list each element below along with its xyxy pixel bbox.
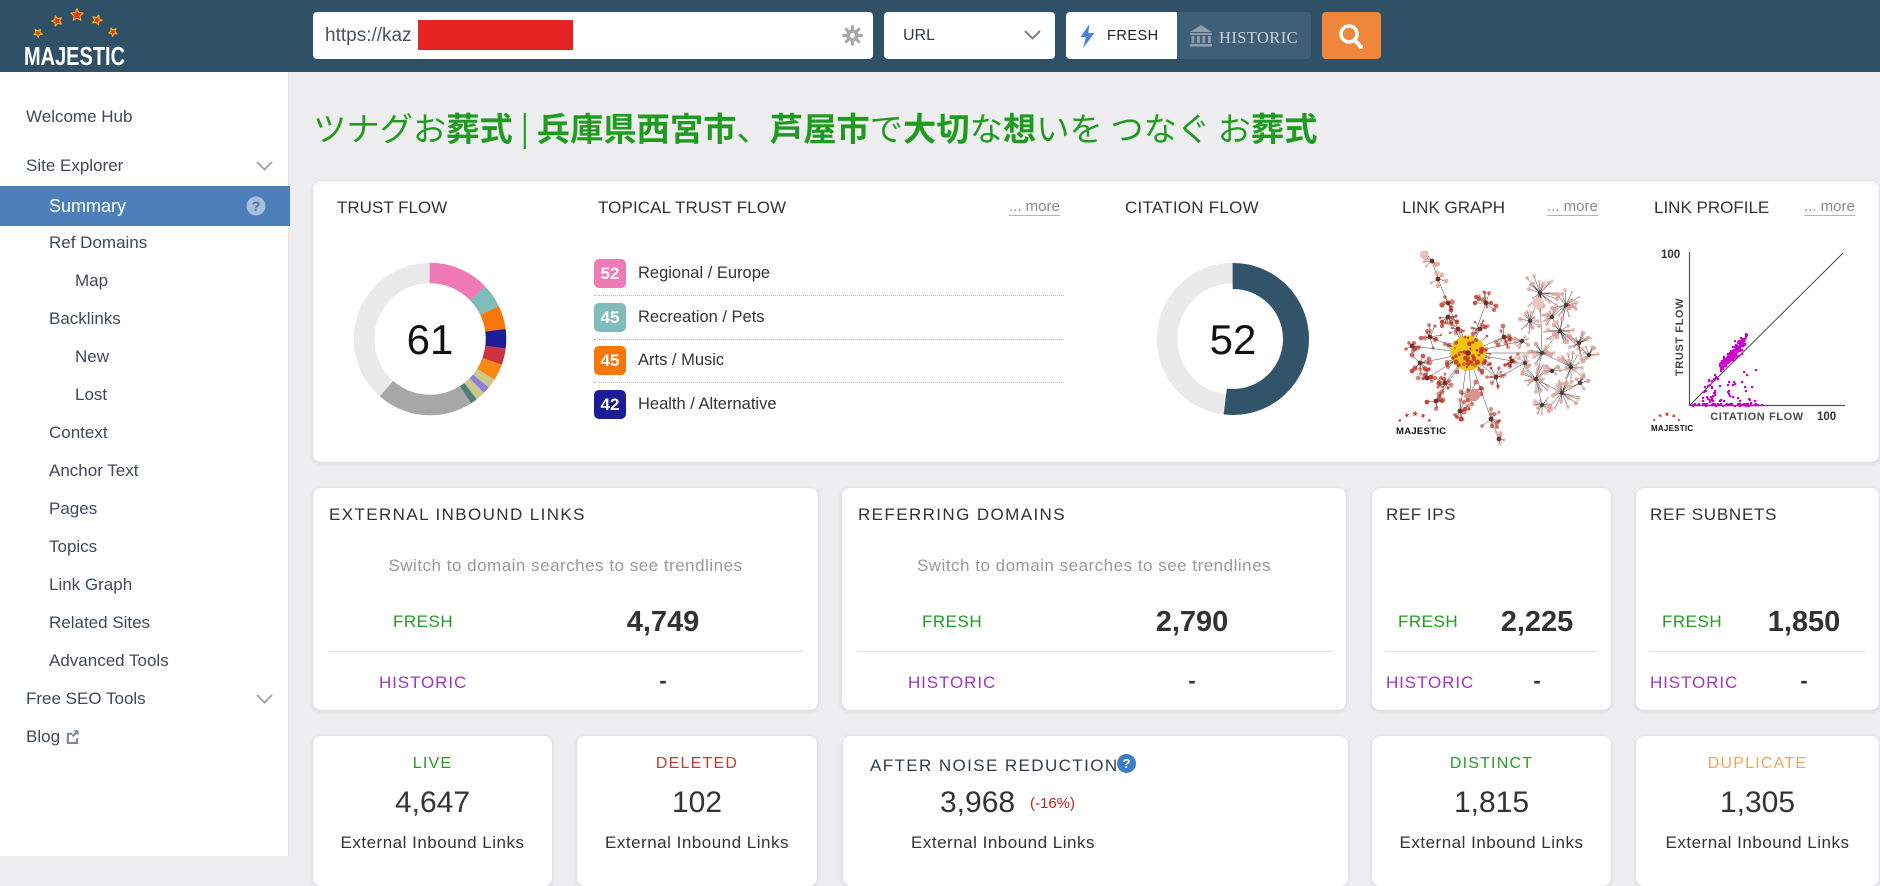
svg-text:61: 61 xyxy=(407,316,454,363)
svg-text:100: 100 xyxy=(1817,411,1836,423)
svg-text:TRUST FLOW: TRUST FLOW xyxy=(1674,298,1686,376)
svg-text:MAJESTIC: MAJESTIC xyxy=(24,41,125,68)
svg-text:52: 52 xyxy=(1210,316,1257,363)
svg-text:MAJESTIC: MAJESTIC xyxy=(1651,424,1693,433)
svg-text:CITATION FLOW: CITATION FLOW xyxy=(1710,411,1804,423)
svg-text:?: ? xyxy=(252,198,261,214)
svg-text:?: ? xyxy=(1123,756,1131,771)
svg-text:MAJESTIC: MAJESTIC xyxy=(1396,426,1446,437)
svg-text:100: 100 xyxy=(1661,249,1680,261)
